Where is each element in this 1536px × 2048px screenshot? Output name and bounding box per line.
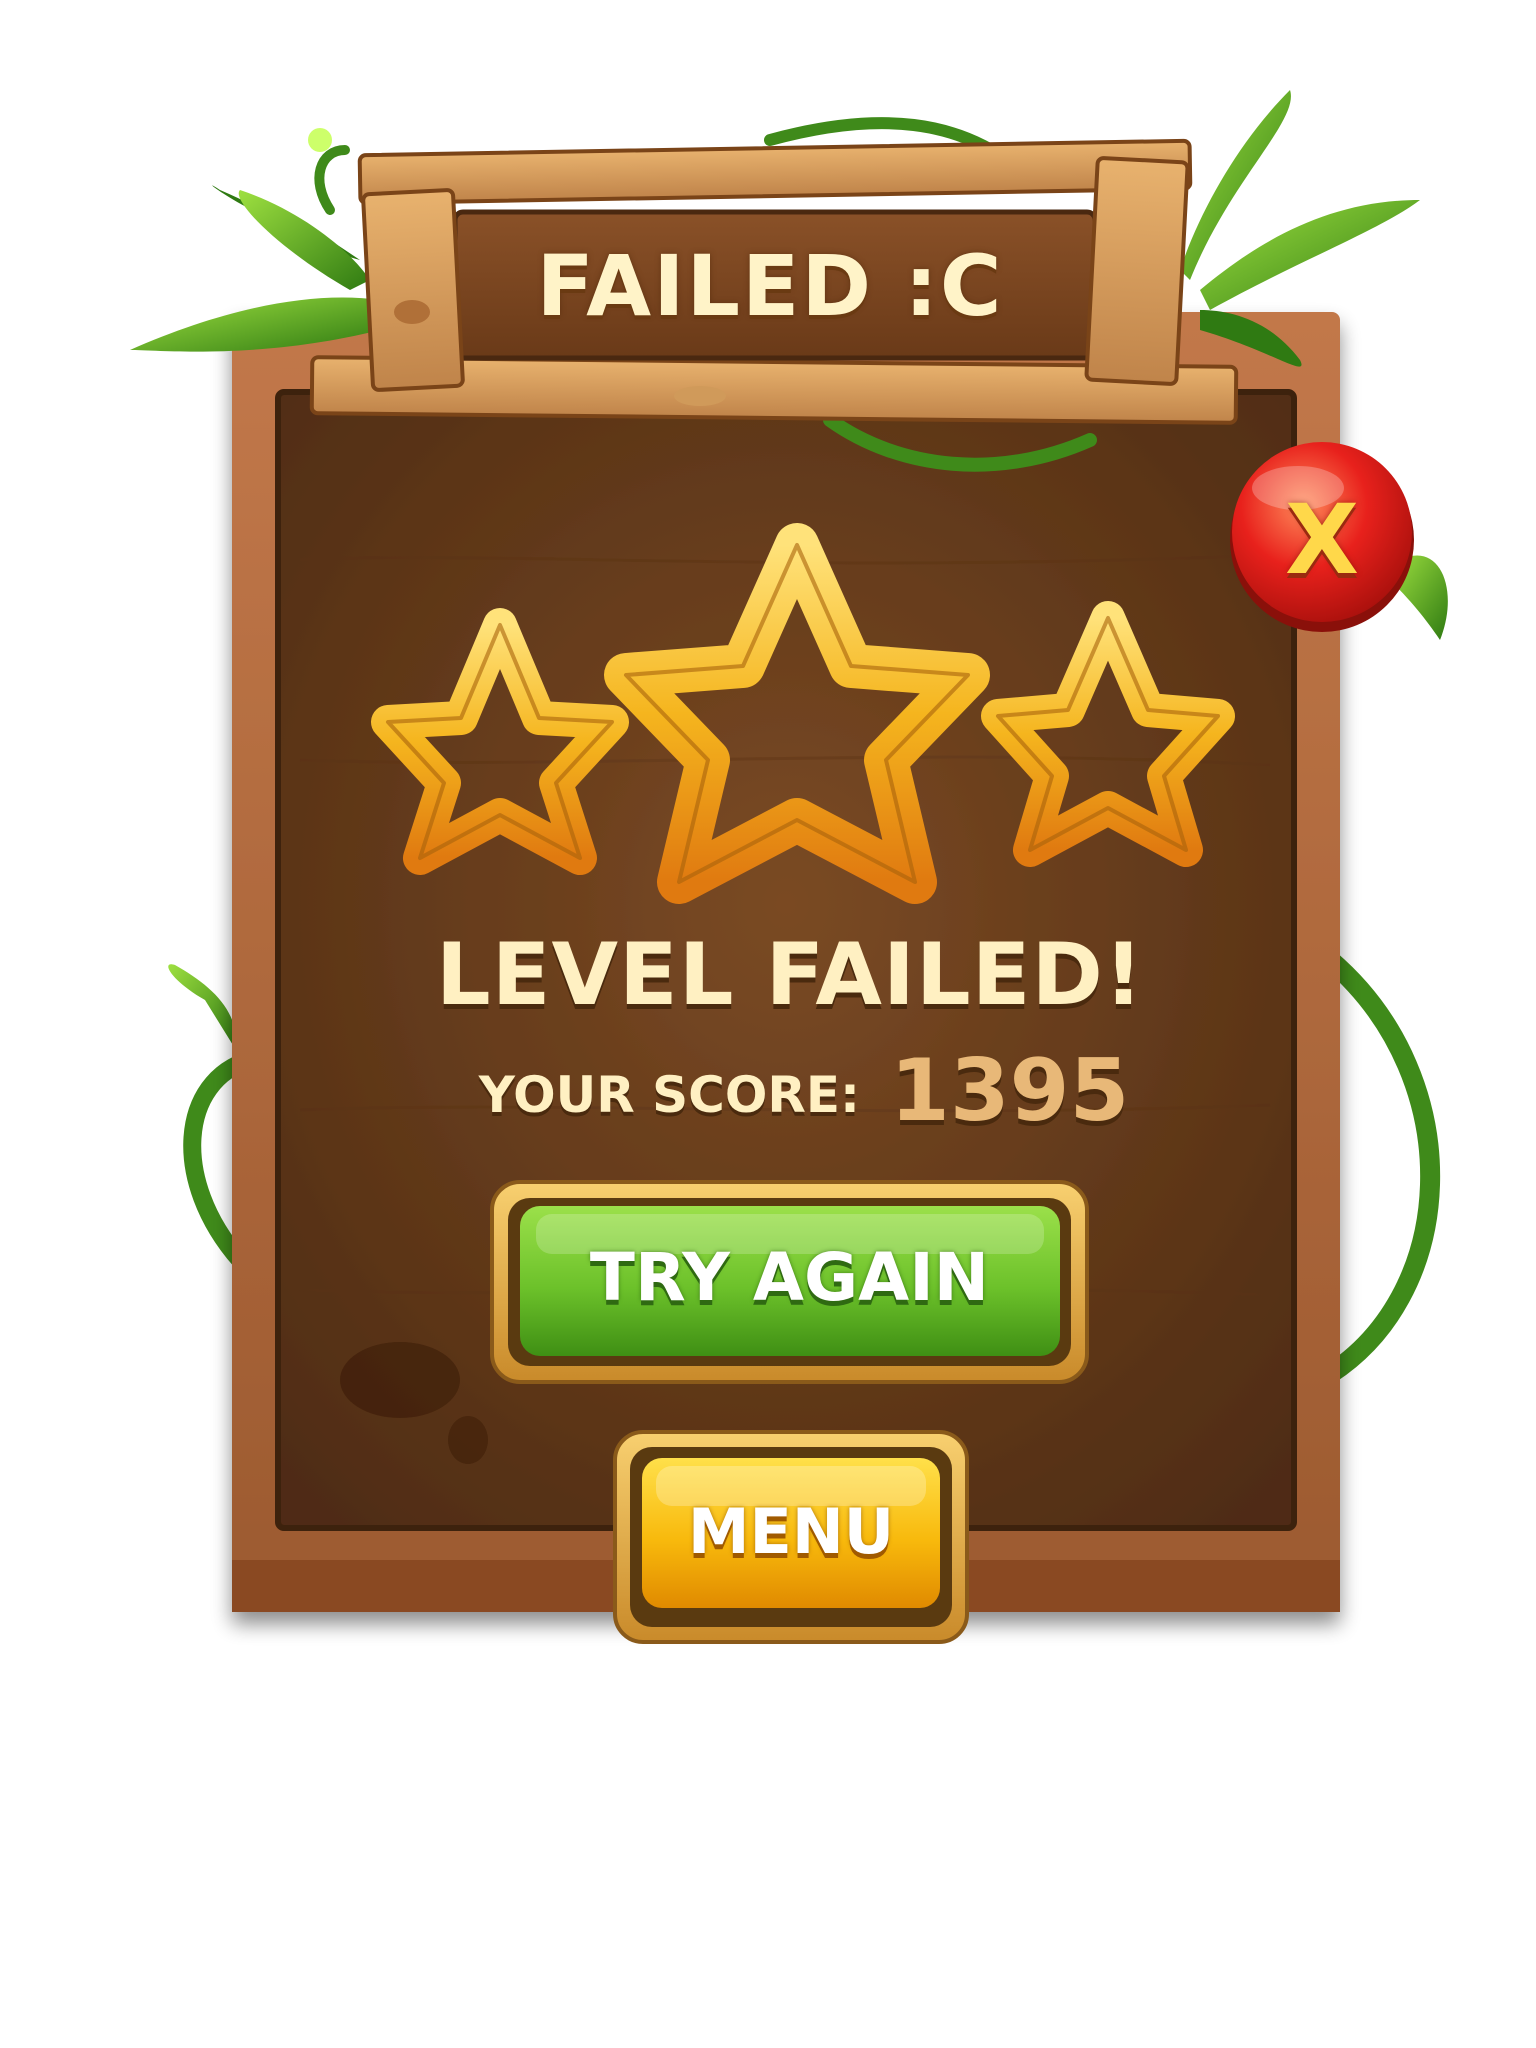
try-again-button[interactable] bbox=[492, 1180, 1087, 1382]
menu-button[interactable] bbox=[615, 1430, 967, 1642]
score-value: 1395 bbox=[890, 1041, 1130, 1141]
popup-title: FAILED :C bbox=[536, 237, 1004, 335]
leaf-icon bbox=[130, 128, 380, 352]
close-button[interactable] bbox=[1228, 448, 1416, 636]
leaf-icon bbox=[168, 964, 237, 1050]
level-failed-headline: LEVEL FAILED! bbox=[435, 925, 1145, 1025]
score-label: YOUR SCORE: bbox=[478, 1066, 860, 1124]
failed-popup-stage: FAILED :C LEVEL FAILED! YOUR SCORE: 1395… bbox=[0, 0, 1536, 2048]
